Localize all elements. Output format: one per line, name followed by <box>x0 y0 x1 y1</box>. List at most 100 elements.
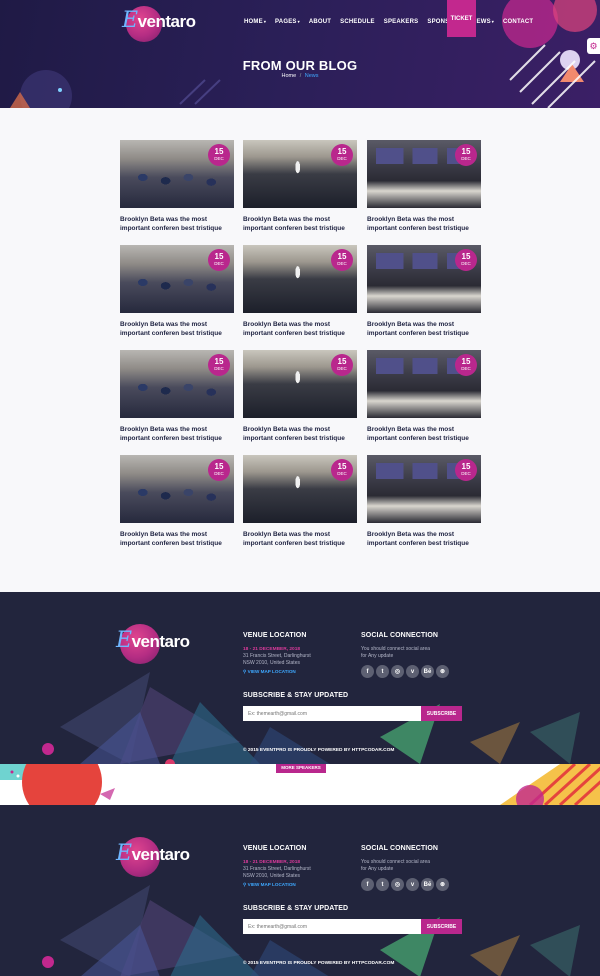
blog-card[interactable]: 15 DEC Brooklyn Beta was the most importan… <box>243 140 357 233</box>
dribbble-icon[interactable]: ⊛ <box>436 665 449 678</box>
view-map-link[interactable]: ⚲ VIEW MAP LOCATION <box>243 669 296 675</box>
view-map-link-2[interactable]: ⚲ VIEW MAP LOCATION <box>243 882 296 888</box>
blog-title-link[interactable]: Brooklyn Beta was the most important con… <box>243 530 357 548</box>
behance-icon[interactable]: Bē <box>421 878 434 891</box>
breadcrumb: Home / News <box>0 73 600 79</box>
blog-title-link[interactable]: Brooklyn Beta was the most important con… <box>367 530 481 548</box>
blog-thumbnail[interactable]: 15 DEC <box>120 140 234 208</box>
social-title: SOCIAL CONNECTION <box>361 632 439 639</box>
blog-title-link[interactable]: Brooklyn Beta was the most important con… <box>367 215 481 233</box>
date-day: 15 <box>214 357 224 367</box>
breadcrumb-home[interactable]: Home <box>281 73 296 79</box>
logo[interactable]: Eventaro <box>122 6 196 42</box>
blog-title-link[interactable]: Brooklyn Beta was the most important con… <box>120 530 234 548</box>
subscribe-button[interactable]: SUBSCRIBE <box>421 706 462 721</box>
date-month: DEC <box>461 156 471 162</box>
nav-item-speakers[interactable]: SPEAKERS <box>384 19 419 25</box>
date-badge: 15 DEC <box>208 144 230 166</box>
nav-item-pages[interactable]: PAGES▾ <box>275 19 300 25</box>
blog-thumbnail[interactable]: 15 DEC <box>120 350 234 418</box>
blog-card[interactable]: 15 DEC Brooklyn Beta was the most importan… <box>367 140 481 233</box>
nav-item-home[interactable]: HOME▾ <box>244 19 266 25</box>
blog-card[interactable]: 15 DEC Brooklyn Beta was the most importan… <box>120 245 234 338</box>
twitter-icon[interactable]: t <box>376 665 389 678</box>
blog-card[interactable]: 15 DEC Brooklyn Beta was the most importan… <box>120 350 234 443</box>
facebook-icon[interactable]: f <box>361 665 374 678</box>
blog-thumbnail[interactable]: 15 DEC <box>243 350 357 418</box>
copyright: © 2015 EVENTPRO IS PROUDLY POWERED BY HT… <box>243 748 395 753</box>
subscribe-email-input[interactable] <box>243 706 421 721</box>
footer-logo-2[interactable]: Eventaro <box>116 837 190 877</box>
date-badge: 15 DEC <box>208 459 230 481</box>
footer-decoration <box>42 672 580 764</box>
footer-logo-text: Eventaro <box>116 628 190 653</box>
date-month: DEC <box>337 366 347 372</box>
page: Eventaro HOME▾ PAGES▾ ABOUT SCHEDULE SPE… <box>0 0 600 976</box>
venue-date: 18 - 21 DECEMBER, 2018 <box>243 647 301 652</box>
date-badge: 15 DEC <box>455 249 477 271</box>
subscribe-title: SUBSCRIBE & STAY UPDATED <box>243 692 349 699</box>
blog-thumbnail[interactable]: 15 DEC <box>367 140 481 208</box>
date-month: DEC <box>214 366 224 372</box>
date-day: 15 <box>214 462 224 472</box>
blog-thumbnail[interactable]: 15 DEC <box>367 455 481 523</box>
date-badge: 15 DEC <box>455 354 477 376</box>
blog-card[interactable]: 15 DEC Brooklyn Beta was the most importan… <box>120 140 234 233</box>
blog-thumbnail[interactable]: 15 DEC <box>367 350 481 418</box>
blog-thumbnail[interactable]: 15 DEC <box>243 140 357 208</box>
blog-card[interactable]: 15 DEC Brooklyn Beta was the most importan… <box>243 455 357 548</box>
nav-item-about[interactable]: ABOUT <box>309 19 331 25</box>
speakers-banner-strip: MORE SPEAKERS <box>0 764 600 805</box>
behance-icon[interactable]: Bē <box>421 665 434 678</box>
more-speakers-button[interactable]: MORE SPEAKERS <box>276 764 326 773</box>
footer-logo[interactable]: Eventaro <box>116 624 190 664</box>
venue-title: VENUE LOCATION <box>243 632 307 639</box>
nav-item-schedule[interactable]: SCHEDULE <box>340 19 375 25</box>
facebook-icon[interactable]: f <box>361 878 374 891</box>
footer-decoration-2 <box>42 885 580 976</box>
date-badge: 15 DEC <box>208 249 230 271</box>
blog-thumbnail[interactable]: 15 DEC <box>367 245 481 313</box>
blog-title-link[interactable]: Brooklyn Beta was the most important con… <box>120 425 234 443</box>
blog-thumbnail[interactable]: 15 DEC <box>120 455 234 523</box>
twitter-icon[interactable]: t <box>376 878 389 891</box>
blog-title-link[interactable]: Brooklyn Beta was the most important con… <box>243 425 357 443</box>
dribbble-icon[interactable]: ⊛ <box>436 878 449 891</box>
date-day: 15 <box>214 147 224 157</box>
instagram-icon[interactable]: ◎ <box>391 665 404 678</box>
subscribe-title-2: SUBSCRIBE & STAY UPDATED <box>243 905 349 912</box>
footer-logo-text-2: Eventaro <box>116 841 190 866</box>
vimeo-icon[interactable]: v <box>406 878 419 891</box>
blog-title-link[interactable]: Brooklyn Beta was the most important con… <box>120 320 234 338</box>
blog-title-link[interactable]: Brooklyn Beta was the most important con… <box>367 425 481 443</box>
blog-card[interactable]: 15 DEC Brooklyn Beta was the most importan… <box>367 350 481 443</box>
blog-title-link[interactable]: Brooklyn Beta was the most important con… <box>367 320 481 338</box>
date-day: 15 <box>337 147 347 157</box>
date-month: DEC <box>337 471 347 477</box>
date-day: 15 <box>461 462 471 472</box>
date-badge: 15 DEC <box>455 144 477 166</box>
blog-thumbnail[interactable]: 15 DEC <box>120 245 234 313</box>
blog-card[interactable]: 15 DEC Brooklyn Beta was the most importan… <box>367 455 481 548</box>
blog-card[interactable]: 15 DEC Brooklyn Beta was the most importan… <box>243 245 357 338</box>
vimeo-icon[interactable]: v <box>406 665 419 678</box>
footer: Eventaro VENUE LOCATION 18 - 21 DECEMBER… <box>0 592 600 764</box>
date-day: 15 <box>337 252 347 262</box>
blog-title-link[interactable]: Brooklyn Beta was the most important con… <box>243 215 357 233</box>
social-title-2: SOCIAL CONNECTION <box>361 845 439 852</box>
blog-card[interactable]: 15 DEC Brooklyn Beta was the most importan… <box>243 350 357 443</box>
ticket-button[interactable]: TICKET <box>447 0 476 37</box>
subscribe-button-2[interactable]: SUBSCRIBE <box>421 919 462 934</box>
subscribe-email-input-2[interactable] <box>243 919 421 934</box>
blog-card[interactable]: 15 DEC Brooklyn Beta was the most importan… <box>367 245 481 338</box>
gear-icon[interactable]: ⚙ <box>587 38 600 54</box>
blog-card[interactable]: 15 DEC Brooklyn Beta was the most importan… <box>120 455 234 548</box>
nav-item-contact[interactable]: CONTACT <box>503 19 533 25</box>
blog-title-link[interactable]: Brooklyn Beta was the most important con… <box>120 215 234 233</box>
blog-thumbnail[interactable]: 15 DEC <box>243 455 357 523</box>
blog-thumbnail[interactable]: 15 DEC <box>243 245 357 313</box>
instagram-icon[interactable]: ◎ <box>391 878 404 891</box>
copyright-2: © 2015 EVENTPRO IS PROUDLY POWERED BY HT… <box>243 961 395 966</box>
venue-address: 31 Francis Street, Darlinghurst NSW 2010,… <box>243 653 311 666</box>
blog-title-link[interactable]: Brooklyn Beta was the most important con… <box>243 320 357 338</box>
